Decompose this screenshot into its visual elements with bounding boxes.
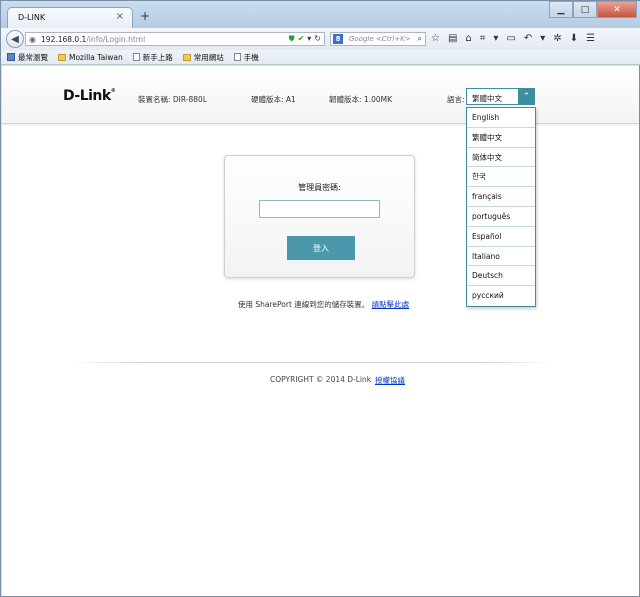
- dropdown-icon[interactable]: ▾: [540, 33, 545, 44]
- bookmark-label: 常用網站: [193, 52, 224, 62]
- toolbar-icons: ☆ ▤ ⌂ ⌗ ▾ ▭ ↶ ▾ ✲ ⬇ ☰: [431, 33, 595, 44]
- bookmark-label: 新手上路: [142, 52, 173, 62]
- reload-icon[interactable]: ↻: [314, 34, 321, 44]
- bookmark-most-visited[interactable]: 最常瀏覽: [7, 52, 48, 63]
- gear-icon[interactable]: ✲: [553, 33, 561, 44]
- router-header: D-Link® 裝置名稱: DIR-880L 硬體版本: A1 韌體版本: 1.…: [2, 66, 639, 124]
- search-bar[interactable]: 8 Google <Ctrl+K> ⌕: [330, 32, 426, 46]
- bookmark-mobile[interactable]: 手機: [233, 52, 259, 63]
- dlink-logo: D-Link®: [63, 88, 116, 104]
- check-icon[interactable]: ✔: [298, 34, 305, 44]
- nav-toolbar: ◀ ◉ 192.168.0.1/info/Login.html ⛊ ✔ ▾ ↻ …: [1, 28, 640, 51]
- password-label: 管理員密碼:: [298, 183, 341, 192]
- bookmarks-icon[interactable]: ▤: [448, 33, 457, 44]
- shareport-link[interactable]: 請點擊此處: [372, 300, 410, 309]
- language-option[interactable]: 한국: [467, 167, 535, 188]
- chevron-up-icon[interactable]: ⌃: [518, 88, 535, 105]
- bookmark-common-sites[interactable]: 常用網站: [182, 52, 224, 63]
- language-option[interactable]: Español: [467, 227, 535, 247]
- url-path: /info/Login.html: [86, 34, 146, 44]
- logo-text: D-Link: [63, 88, 111, 104]
- bookmark-mozilla[interactable]: Mozilla Taiwan: [58, 53, 123, 62]
- search-icon[interactable]: ⌕: [418, 34, 422, 44]
- tab-dlink[interactable]: D-LINK ×: [7, 7, 133, 28]
- crop-icon[interactable]: ⌗: [480, 33, 486, 44]
- page-icon: [132, 53, 140, 61]
- chat-icon[interactable]: ▭: [506, 33, 515, 44]
- folder-icon: [58, 53, 66, 61]
- bookmark-label: 最常瀏覽: [18, 52, 48, 62]
- close-tab-icon[interactable]: ×: [116, 11, 124, 22]
- logo-mark: ®: [110, 88, 116, 94]
- minimize-button[interactable]: ▁: [549, 1, 573, 18]
- tab-title: D-LINK: [18, 13, 46, 22]
- language-option[interactable]: 简体中文: [467, 148, 535, 168]
- new-tab-button[interactable]: +: [140, 9, 150, 23]
- shareport-text: 使用 SharePort 連線到您的儲存裝置。: [238, 300, 370, 309]
- language-option[interactable]: français: [467, 187, 535, 207]
- license-link[interactable]: 授權協議: [375, 375, 405, 386]
- star-icon[interactable]: ☆: [431, 33, 440, 44]
- back-arrow-icon[interactable]: ◀: [6, 30, 24, 48]
- login-button[interactable]: 登入: [287, 236, 355, 260]
- shield-icon[interactable]: ⛊: [289, 34, 295, 44]
- copyright-text: COPYRIGHT © 2014 D-Link: [270, 375, 372, 384]
- bookmark-label: Mozilla Taiwan: [69, 52, 123, 62]
- language-option[interactable]: Italiano: [467, 247, 535, 267]
- menu-icon[interactable]: ☰: [586, 33, 595, 44]
- language-option[interactable]: português: [467, 207, 535, 227]
- dropdown-icon[interactable]: ▾: [307, 34, 311, 44]
- maximize-button[interactable]: □: [573, 1, 597, 18]
- home-icon[interactable]: ⌂: [465, 33, 471, 44]
- window-controls: ▁ □ ✕: [549, 1, 637, 18]
- url-bar[interactable]: ◉ 192.168.0.1/info/Login.html ⛊ ✔ ▾ ↻: [25, 32, 325, 46]
- shareport-note: 使用 SharePort 連線到您的儲存裝置。 請點擊此處: [238, 299, 409, 310]
- bookmark-getting-started[interactable]: 新手上路: [132, 52, 173, 63]
- globe-icon: ◉: [29, 34, 36, 44]
- language-select[interactable]: 繁體中文 ⌃: [466, 88, 535, 105]
- firmware-info: 韌體版本: 1.00MK: [329, 95, 392, 104]
- model-info: 裝置名稱: DIR-880L: [138, 95, 208, 104]
- close-window-button[interactable]: ✕: [597, 1, 637, 18]
- url-host: 192.168.0.1: [41, 34, 87, 44]
- url-icons: ⛊ ✔ ▾ ↻: [289, 34, 321, 44]
- search-engine-icon[interactable]: 8: [333, 34, 343, 44]
- language-dropdown-list: English 繁體中文 简体中文 한국 français português …: [466, 107, 536, 307]
- url-text: 192.168.0.1/info/Login.html: [41, 35, 145, 44]
- language-option[interactable]: русский: [467, 286, 535, 306]
- page-icon: [233, 53, 241, 61]
- password-field[interactable]: [259, 200, 380, 218]
- login-panel: 管理員密碼: 登入: [224, 155, 415, 278]
- language-selected: 繁體中文: [472, 94, 502, 103]
- browser-window: D-LINK × + ▁ □ ✕ ◀ ◉ 192.168.0.1/info/Lo…: [0, 0, 640, 597]
- language-label: 語言:: [447, 95, 465, 104]
- language-option[interactable]: Deutsch: [467, 266, 535, 287]
- hardware-info: 硬體版本: A1: [251, 95, 296, 104]
- dropdown-icon[interactable]: ▾: [493, 33, 498, 44]
- bookmarks-bar: 最常瀏覽 Mozilla Taiwan 新手上路 常用網站 手機: [1, 50, 640, 65]
- folder-icon: [182, 53, 191, 61]
- language-option[interactable]: English: [467, 108, 535, 128]
- language-option[interactable]: 繁體中文: [467, 128, 535, 148]
- bookmark-icon: [7, 53, 15, 61]
- tab-strip: D-LINK × + ▁ □ ✕: [1, 1, 640, 28]
- bookmark-label: 手機: [243, 52, 259, 62]
- download-icon[interactable]: ⬇: [570, 33, 578, 44]
- footer-divider: [72, 362, 552, 363]
- undo-icon[interactable]: ↶: [524, 33, 532, 44]
- page-content: D-Link® 裝置名稱: DIR-880L 硬體版本: A1 韌體版本: 1.…: [2, 66, 639, 596]
- search-placeholder: Google <Ctrl+K>: [349, 35, 411, 43]
